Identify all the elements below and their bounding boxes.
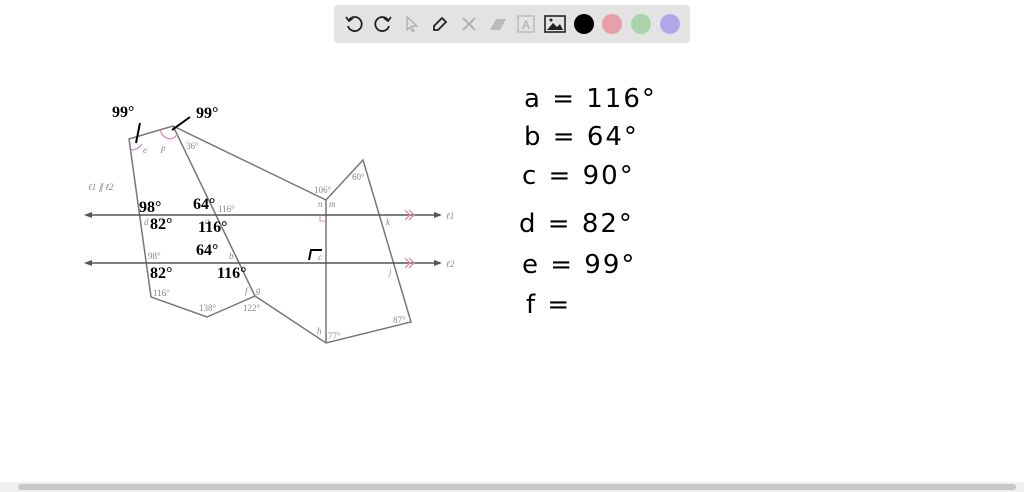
hand-98: 98° (139, 199, 161, 216)
label-116-bot: 116° (153, 288, 170, 298)
hand-e99: 99° (112, 104, 134, 121)
label-e: e (143, 145, 147, 155)
label-36: 36° (186, 141, 199, 151)
answer-a: a = 116° (524, 84, 657, 114)
label-b: b (229, 251, 234, 261)
label-h: h (317, 326, 322, 336)
label-138: 138° (199, 303, 217, 313)
label-116-top: 116° (218, 204, 235, 214)
label-n: n (318, 199, 323, 209)
horizontal-scrollbar[interactable] (0, 482, 1024, 492)
label-122: 122° (243, 303, 261, 313)
label-98: 98° (148, 251, 161, 261)
label-87: 87° (393, 315, 406, 325)
hand-116-top: 116° (198, 219, 228, 236)
answer-c: c = 90° (522, 161, 635, 191)
answer-f: f = (526, 290, 572, 320)
scrollbar-thumb[interactable] (18, 484, 1016, 490)
label-m: m (329, 199, 336, 209)
hand-p99: 99° (196, 105, 218, 122)
answer-b: b = 64° (524, 122, 639, 152)
answer-d: d = 82° (519, 209, 634, 239)
label-l2: ℓ2 (446, 259, 455, 269)
label-j: j (388, 267, 392, 277)
label-f: f (245, 286, 249, 296)
label-77: 77° (328, 331, 341, 341)
label-l1: ℓ1 (446, 211, 454, 221)
hand-82-bot: 82° (150, 265, 172, 282)
label-60: 60° (352, 172, 365, 182)
label-c: c (318, 252, 322, 262)
answer-e: e = 99° (522, 250, 637, 280)
hand-64-bot: 64° (196, 242, 218, 259)
hand-82: 82° (150, 216, 172, 233)
label-d: d (144, 217, 149, 227)
label-g: g (256, 285, 261, 295)
hand-64-top: 64° (193, 196, 215, 213)
geometry-diagram: ℓ1 ∥ ℓ2 ℓ1 ℓ2 p e 36° 106° n m 60° 116° … (84, 104, 455, 344)
label-106: 106° (314, 185, 332, 195)
parallel-note: ℓ1 ∥ ℓ2 (88, 182, 114, 192)
label-k: k (386, 217, 391, 227)
label-p: p (160, 143, 166, 153)
hand-116-bot: 116° (217, 265, 247, 282)
